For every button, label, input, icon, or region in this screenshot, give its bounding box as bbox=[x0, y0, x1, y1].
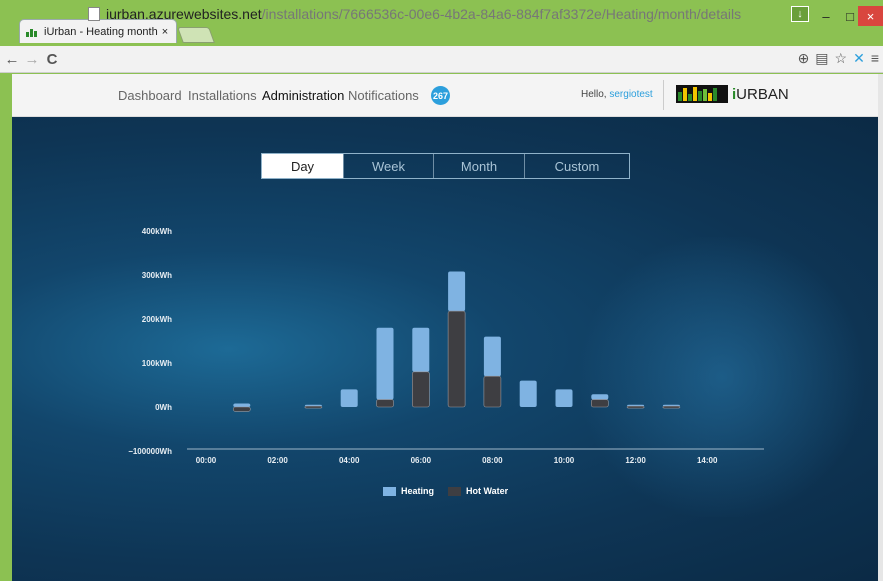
y-tick-label: 400kWh bbox=[142, 227, 172, 236]
download-icon[interactable]: ↓ bbox=[791, 6, 809, 22]
new-tab-button[interactable] bbox=[177, 27, 215, 43]
tab-close-icon[interactable]: × bbox=[158, 26, 172, 38]
address-bar: ← → C bbox=[0, 46, 883, 73]
nav-notifications[interactable]: Notifications bbox=[348, 88, 419, 103]
logo-bars-icon bbox=[676, 85, 728, 103]
tab-title: iUrban - Heating month D bbox=[44, 25, 158, 38]
hot-water-bar bbox=[447, 310, 466, 408]
greeting-text: Hello, bbox=[581, 89, 610, 100]
iurban-logo[interactable]: iURBAN bbox=[676, 81, 789, 103]
greeting: Hello, sergiotest bbox=[581, 89, 653, 100]
hot-water-bar bbox=[483, 375, 502, 408]
x-tick-label: 08:00 bbox=[482, 456, 503, 465]
bookmark-star-icon[interactable]: ☆ bbox=[835, 50, 848, 67]
url-path: /installations/7666536c-00e6-4b2a-84a6-8… bbox=[261, 5, 742, 22]
hot-water-bar bbox=[662, 405, 681, 409]
y-tick-label: 200kWh bbox=[142, 315, 172, 324]
hot-water-bar bbox=[233, 406, 251, 412]
logo-text: iURBAN bbox=[732, 86, 789, 103]
hot-water-bar bbox=[626, 405, 645, 409]
minimize-icon[interactable]: – bbox=[816, 6, 836, 26]
forward-icon[interactable]: → bbox=[22, 51, 42, 68]
back-icon[interactable]: ← bbox=[2, 51, 22, 68]
username-link[interactable]: sergiotest bbox=[609, 89, 652, 100]
app-navbar: Dashboard Installations Administration N… bbox=[12, 74, 883, 117]
x-tick-label: 00:00 bbox=[196, 456, 217, 465]
iurban-favicon-icon bbox=[26, 27, 40, 37]
extension-icon[interactable]: ✕ bbox=[853, 50, 865, 67]
heating-bar bbox=[340, 389, 358, 407]
x-tick-label: 10:00 bbox=[554, 456, 575, 465]
translate-icon[interactable]: ▤ bbox=[815, 50, 828, 67]
hot-water-bar bbox=[590, 399, 609, 408]
legend-hot-water[interactable]: Hot Water bbox=[448, 486, 508, 496]
maximize-icon[interactable]: □ bbox=[840, 6, 860, 26]
y-tick-label: 0Wh bbox=[155, 403, 172, 412]
heating-bar bbox=[555, 389, 573, 407]
navbar-divider bbox=[663, 80, 664, 110]
hot-water-bar bbox=[304, 405, 323, 409]
chart-panel: Day Week Month Custom 400kWh 300kWh 200kWh… bbox=[12, 117, 878, 581]
legend-heating[interactable]: Heating bbox=[383, 486, 434, 496]
page-icon bbox=[88, 6, 100, 21]
heating-bar bbox=[483, 336, 501, 377]
y-tick-label: 100kWh bbox=[142, 359, 172, 368]
y-tick-label: −100000Wh bbox=[128, 447, 172, 456]
scrollbar[interactable] bbox=[878, 74, 883, 581]
close-window-icon[interactable]: × bbox=[858, 6, 883, 26]
energy-chart: 400kWh 300kWh 200kWh 100kWh 0Wh −100000Wh 00:0… bbox=[128, 227, 764, 465]
heating-bar bbox=[376, 327, 394, 400]
logo-word: URBAN bbox=[736, 86, 789, 103]
reload-icon[interactable]: C bbox=[42, 51, 62, 68]
url-field[interactable]: iurban.azurewebsites.net/installations/7… bbox=[88, 4, 788, 23]
y-tick-label: 300kWh bbox=[142, 271, 172, 280]
legend-hot-water-swatch bbox=[448, 486, 462, 496]
heating-bar bbox=[233, 403, 251, 407]
x-tick-label: 14:00 bbox=[697, 456, 718, 465]
nav-dashboard[interactable]: Dashboard bbox=[118, 88, 182, 103]
heating-bar bbox=[519, 380, 537, 407]
heating-bar bbox=[448, 271, 466, 312]
x-tick-label: 06:00 bbox=[411, 456, 432, 465]
menu-icon[interactable]: ≡ bbox=[871, 50, 879, 67]
x-tick-label: 04:00 bbox=[339, 456, 360, 465]
nav-administration[interactable]: Administration bbox=[262, 88, 344, 103]
nav-installations[interactable]: Installations bbox=[188, 88, 257, 103]
heating-bar bbox=[412, 327, 430, 372]
legend-heating-swatch bbox=[383, 486, 396, 496]
url-host: iurban.azurewebsites.net bbox=[106, 5, 262, 22]
x-tick-label: 02:00 bbox=[267, 456, 288, 465]
x-tick-label: 12:00 bbox=[625, 456, 646, 465]
chart-legend: Heating Hot Water bbox=[383, 486, 508, 496]
zoom-icon[interactable]: ⊕ bbox=[798, 50, 810, 67]
notification-count-badge[interactable]: 267 bbox=[431, 86, 450, 105]
hot-water-bar bbox=[411, 371, 430, 408]
hot-water-bar bbox=[376, 399, 394, 408]
legend-hot-water-label: Hot Water bbox=[466, 486, 509, 496]
heating-bar bbox=[591, 394, 609, 400]
toolbar-icons: ⊕ ▤ ☆ ✕ ≡ bbox=[798, 50, 879, 67]
legend-heating-label: Heating bbox=[401, 486, 435, 496]
